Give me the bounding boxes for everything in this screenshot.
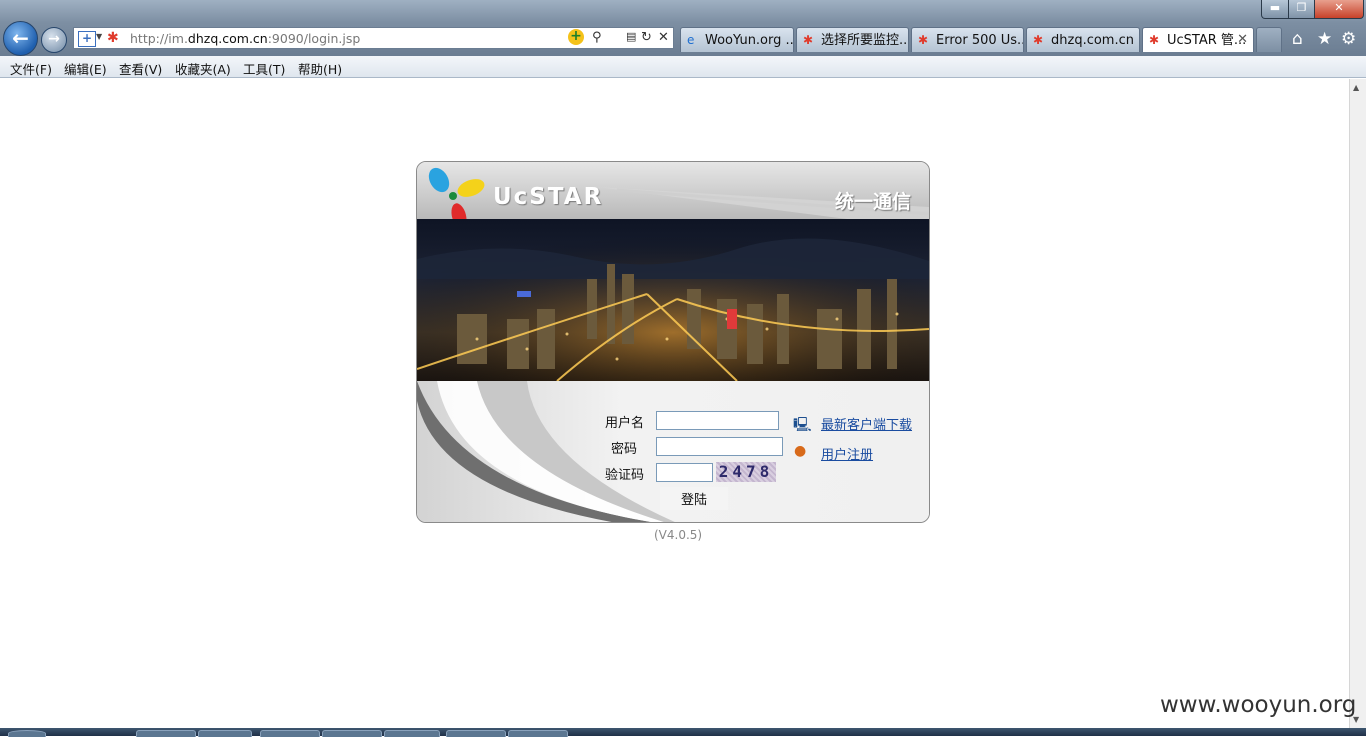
ie-icon: e — [687, 33, 695, 47]
login-panel: UcSTAR 统一通信 用户名 密码 验证码 2478 登陆 🖳 最新客户端下载… — [416, 161, 930, 523]
password-label: 密码 — [610, 442, 637, 457]
brand-slogan: 统一通信 — [835, 191, 912, 213]
username-input[interactable] — [656, 411, 779, 430]
tab-label: WooYun.org ... — [705, 33, 794, 48]
tab-wooyun[interactable]: e WooYun.org ... — [680, 27, 794, 52]
menu-favorites[interactable]: 收藏夹(A) — [175, 59, 231, 78]
tab-label: 选择所要监控... — [821, 33, 909, 48]
refresh-icon[interactable]: ↻ — [641, 30, 652, 45]
tab-label: Error 500 Us... — [936, 33, 1024, 48]
site-favicon-icon: ✱ — [107, 30, 119, 46]
watermark: www.wooyun.org — [1160, 692, 1357, 718]
menu-view[interactable]: 查看(V) — [119, 59, 162, 78]
home-icon[interactable]: ⌂ — [1292, 29, 1303, 49]
stop-icon[interactable]: ✕ — [658, 30, 669, 45]
url-prefix: http://im. — [130, 31, 188, 46]
version-label: (V4.0.5) — [654, 528, 703, 542]
page-icon[interactable]: ▤ — [626, 30, 636, 43]
minimize-button[interactable]: ▬ — [1261, 0, 1289, 19]
ucstar-favicon-icon: ✱ — [803, 33, 814, 47]
add-site-icon[interactable]: + — [78, 31, 96, 47]
tab-dhzq[interactable]: ✱ dhzq.com.cn — [1026, 27, 1140, 52]
close-tab-icon[interactable]: ✕ — [1237, 28, 1248, 52]
tab-error-500[interactable]: ✱ Error 500 Us... — [911, 27, 1024, 52]
taskbar — [0, 728, 1366, 737]
menu-tools[interactable]: 工具(T) — [243, 59, 285, 78]
computer-download-icon: 🖳 — [793, 417, 812, 433]
search-icon[interactable]: ⚲ — [592, 30, 602, 45]
login-form: 用户名 密码 验证码 2478 登陆 🖳 最新客户端下载 ● 用户注册 — [417, 381, 929, 522]
forward-button[interactable]: → — [41, 27, 67, 53]
new-tab-button[interactable] — [1256, 27, 1282, 52]
url-domain: dhzq.com.cn — [187, 31, 268, 46]
decorative-swoosh — [417, 381, 675, 522]
ucstar-favicon-icon: ✱ — [918, 33, 929, 47]
captcha-image[interactable]: 2478 — [716, 462, 776, 482]
url-suffix: :9090/login.jsp — [267, 31, 361, 46]
menu-file[interactable]: 文件(F) — [10, 59, 52, 78]
brand-name: UcSTAR — [493, 184, 604, 210]
tab-label: UcSTAR 管... — [1167, 33, 1247, 48]
download-client-link[interactable]: 最新客户端下载 — [821, 414, 912, 433]
password-input[interactable] — [656, 437, 783, 456]
compatibility-view-icon[interactable]: + — [568, 29, 584, 45]
captcha-label: 验证码 — [604, 468, 644, 483]
login-header: UcSTAR 统一通信 — [417, 162, 929, 229]
arrow-right-icon: → — [48, 31, 60, 47]
menu-bar: 文件(F) 编辑(E) 查看(V) 收藏夹(A) 工具(T) 帮助(H) — [0, 56, 1366, 78]
user-icon: ● — [794, 443, 807, 459]
ucstar-favicon-icon: ✱ — [1033, 33, 1044, 47]
back-button[interactable]: ← — [3, 21, 38, 56]
captcha-input[interactable] — [656, 463, 713, 482]
tab-monitor[interactable]: ✱ 选择所要监控... — [796, 27, 909, 52]
address-bar[interactable]: + ▼ ✱ http://im.dhzq.com.cn:9090/login.j… — [73, 27, 674, 49]
arrow-left-icon: ← — [12, 26, 29, 50]
username-label: 用户名 — [604, 416, 644, 431]
maximize-button[interactable]: ❐ — [1288, 0, 1315, 19]
register-link[interactable]: 用户注册 — [821, 444, 873, 463]
menu-help[interactable]: 帮助(H) — [298, 59, 342, 78]
scroll-up-icon[interactable]: ▲ — [1353, 83, 1359, 92]
login-button[interactable]: 登陆 — [660, 487, 728, 510]
browser-title-bar: ▬ ❐ ✕ ← → + ▼ ✱ http://im.dhzq.com.cn:90… — [0, 0, 1366, 56]
city-night-banner — [417, 219, 929, 381]
menu-edit[interactable]: 编辑(E) — [64, 59, 107, 78]
gear-icon[interactable]: ⚙ — [1341, 29, 1356, 49]
vertical-scrollbar[interactable]: ▲ ▼ — [1349, 79, 1366, 728]
city-skyline-image — [417, 219, 929, 381]
chevron-down-icon[interactable]: ▼ — [96, 32, 102, 41]
address-url[interactable]: http://im.dhzq.com.cn:9090/login.jsp — [130, 31, 360, 46]
favorites-star-icon[interactable]: ★ — [1317, 29, 1332, 49]
close-window-button[interactable]: ✕ — [1314, 0, 1364, 19]
tab-ucstar[interactable]: ✱ UcSTAR 管... ✕ — [1142, 27, 1254, 52]
ucstar-favicon-icon: ✱ — [1149, 33, 1160, 47]
tab-label: dhzq.com.cn — [1051, 33, 1134, 48]
